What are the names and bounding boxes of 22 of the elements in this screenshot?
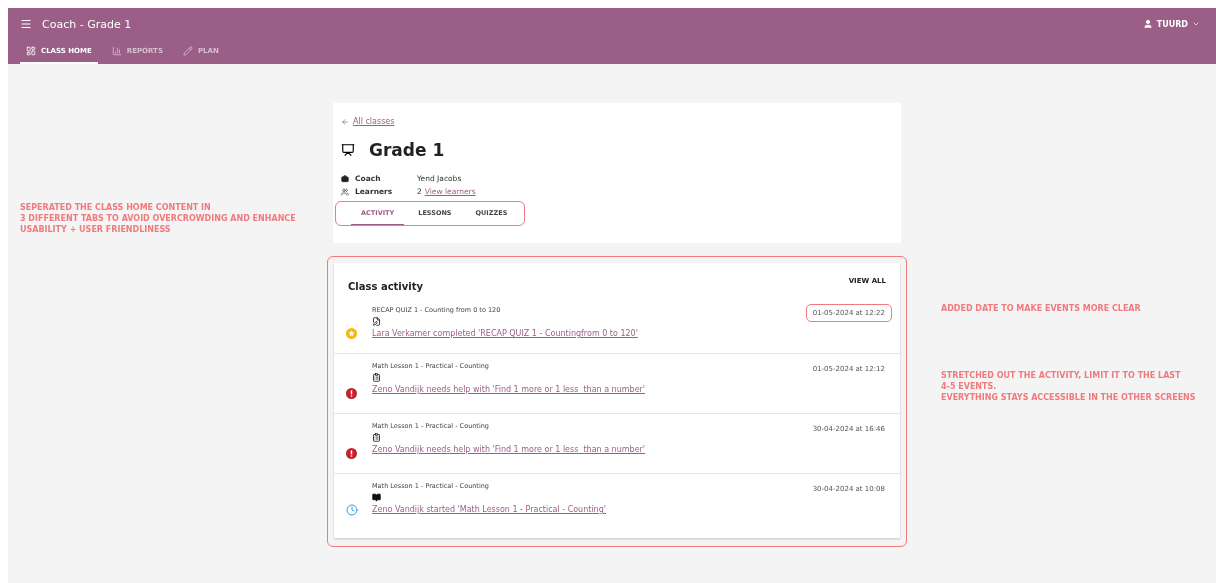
caret-icon xyxy=(1192,20,1200,28)
activity-link[interactable]: Zeno Vandijk needs help with 'Find 1 more or 1 less than a number' xyxy=(372,445,646,454)
activity-link[interactable]: Zeno Vandijk started 'Math Lesson 1 - Practical - Counting' xyxy=(372,505,606,514)
card-title: Class activity xyxy=(348,281,424,292)
app-title: Coach - Grade 1 xyxy=(42,17,132,31)
back-arrow-icon xyxy=(341,117,349,126)
activity-link[interactable]: Zeno Vandijk needs help with 'Find 1 more or 1 less than a number' xyxy=(372,385,646,394)
briefcase-icon xyxy=(341,174,349,183)
bar-chart-icon xyxy=(111,46,122,56)
user-icon xyxy=(1142,19,1153,29)
activity-link[interactable]: Lara Verkamer completed 'RECAP QUIZ 1 - Countingfrom 0 to 120' xyxy=(372,329,638,338)
back-link[interactable]: All classes xyxy=(341,117,395,126)
pencil-icon xyxy=(182,46,193,56)
annotation-note: STRETCHED OUT THE ACTIVITY, LIMIT IT TO THE LAST 4-5 EVENTS. EVERYTHING STAYS ACCESSIBLE IN THE OTHER SCREENS xyxy=(940,370,1197,403)
menu-icon[interactable] xyxy=(20,18,32,30)
classroom-icon xyxy=(341,143,355,157)
people-icon xyxy=(341,187,349,196)
annotation-note: SEPERATED THE CLASS HOME CONTENT IN 3 DIFFERENT TABS TO AVOID OVERCROWDING AND ENHANCE USABILITY + USER FRIENDLINESS xyxy=(19,202,297,235)
user-menu-button[interactable]: TUURD xyxy=(1138,17,1204,31)
annotation-note: ADDED DATE TO MAKE EVENTS MORE CLEAR xyxy=(940,303,1142,314)
class-title: Grade 1 xyxy=(369,140,445,160)
dashboard-icon xyxy=(26,46,36,56)
